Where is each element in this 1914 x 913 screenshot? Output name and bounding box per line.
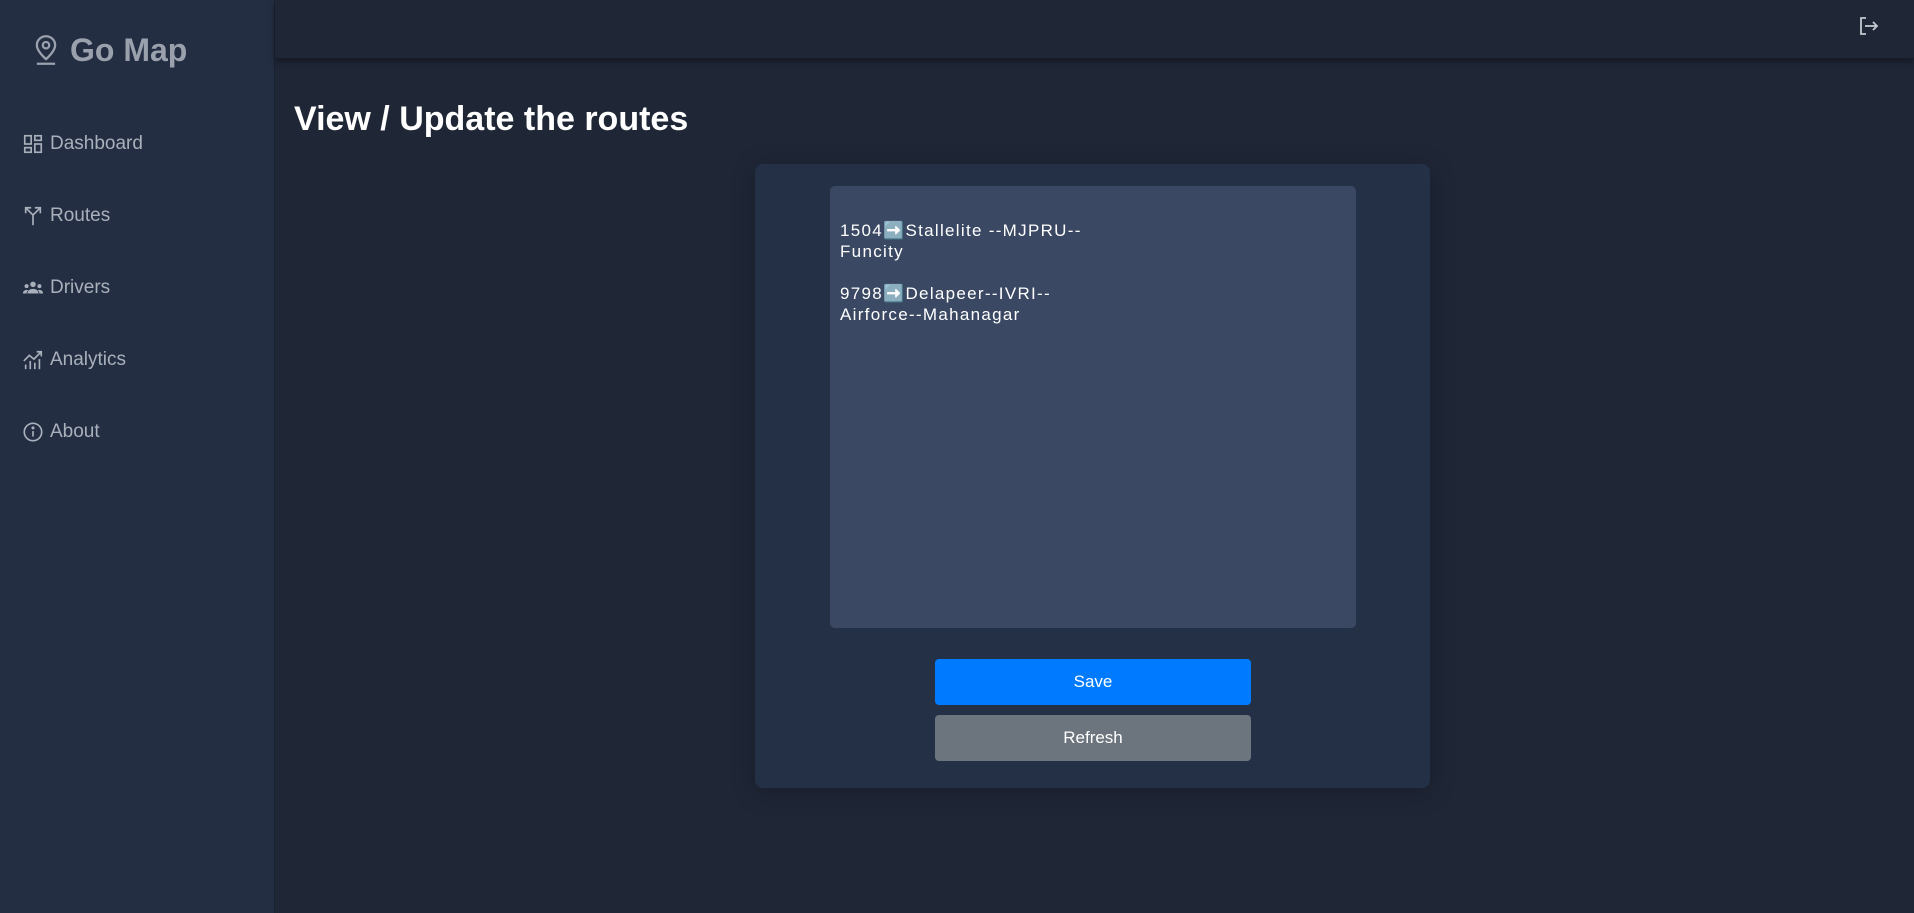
logout-icon[interactable] [1856,14,1880,38]
top-bar [275,0,1914,59]
analytics-icon [23,350,43,370]
routes-card: 1504➡️Stallelite --MJPRU-- Funcity 9798➡… [755,164,1430,788]
sidebar-nav: Dashboard Routes Drivers Analytics About [0,108,275,468]
sidebar-item-label: Analytics [50,349,127,370]
dashboard-icon [23,134,43,154]
brand-logo[interactable]: Go Map [32,28,187,72]
app: Go Map Dashboard Routes Drivers Analytic… [0,0,1914,913]
sidebar: Go Map Dashboard Routes Drivers Analytic… [0,0,275,913]
routes-textarea[interactable]: 1504➡️Stallelite --MJPRU-- Funcity 9798➡… [830,186,1356,628]
brand-title: Go Map [70,31,188,68]
sidebar-item-label: Routes [50,205,111,226]
routes-icon [24,206,42,226]
sidebar-item-drivers[interactable]: Drivers [0,252,275,324]
drivers-icon [22,281,44,294]
sidebar-item-dashboard[interactable]: Dashboard [0,108,275,180]
sidebar-item-analytics[interactable]: Analytics [0,324,275,396]
page-title: View / Update the routes [294,100,689,138]
sidebar-item-label: Dashboard [50,133,143,154]
refresh-button[interactable]: Refresh [935,715,1251,761]
save-button[interactable]: Save [935,659,1251,705]
info-icon [23,422,43,442]
sidebar-item-label: About [50,421,100,442]
sidebar-item-label: Drivers [50,277,111,298]
sidebar-item-about[interactable]: About [0,396,275,468]
sidebar-item-routes[interactable]: Routes [0,180,275,252]
location-pin-icon [35,35,57,65]
